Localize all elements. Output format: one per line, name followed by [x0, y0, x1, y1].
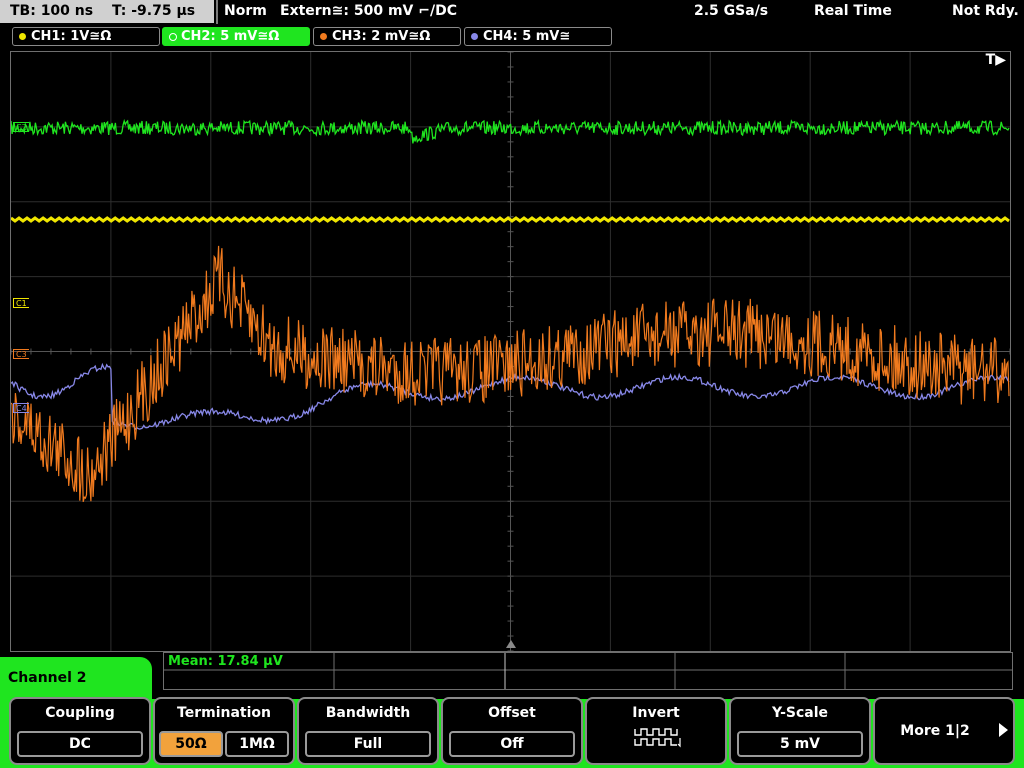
- timebase-box[interactable]: TB: 100 ns T: -9.75 µs: [0, 0, 214, 23]
- trigger-mode[interactable]: Norm: [224, 0, 267, 23]
- channel-color-dot-icon: [320, 33, 327, 40]
- termination-1mohm-option[interactable]: 1MΩ: [225, 731, 289, 757]
- offset-softkey[interactable]: Offset Off: [441, 697, 583, 765]
- softkey-title: Invert: [632, 705, 680, 721]
- y-scale-value[interactable]: 5 mV: [737, 731, 863, 757]
- softkey-title: Bandwidth: [325, 705, 411, 721]
- trigger-position-marker[interactable]: T▶: [986, 52, 1006, 68]
- acquisition-status: Not Rdy.: [952, 3, 1019, 19]
- acquisition-mode[interactable]: Real Time: [814, 0, 892, 23]
- bandwidth-value[interactable]: Full: [305, 731, 431, 757]
- channel-tab-ch2[interactable]: CH2: 5 mV≅Ω: [162, 27, 310, 46]
- time-reference-marker-icon: [506, 640, 516, 648]
- graticule-grid: [11, 52, 1010, 651]
- channel-tab-ch1[interactable]: CH1: 1V≅Ω: [12, 27, 160, 46]
- softkey-title: Coupling: [45, 705, 115, 721]
- offset-value[interactable]: Off: [449, 731, 575, 757]
- coupling-value[interactable]: DC: [17, 731, 143, 757]
- more-label: More 1|2: [900, 723, 970, 739]
- measurement-grid: [164, 653, 1012, 689]
- channel-color-dot-icon: [471, 33, 478, 40]
- ch1-level-marker[interactable]: C1: [13, 298, 29, 308]
- measurement-mean: Mean: 17.84 µV: [168, 654, 283, 669]
- invert-waveform-icon: [634, 728, 681, 748]
- softkey-title: Termination: [177, 705, 271, 721]
- softkey-title: Offset: [488, 705, 536, 721]
- channel-color-dot-icon: [19, 33, 26, 40]
- ch4-level-marker[interactable]: C4: [13, 403, 29, 413]
- trigger-source[interactable]: Extern≅: 500 mV ⌐/DC: [280, 0, 457, 23]
- more-softkey[interactable]: More 1|2: [873, 697, 1015, 765]
- waveform-ch1: [11, 216, 1010, 223]
- channel-label: CH4: 5 mV≅: [483, 29, 571, 44]
- channel-color-dot-icon: [169, 33, 177, 41]
- channel-label: CH1: 1V≅Ω: [31, 29, 112, 44]
- channel-tab-ch4[interactable]: CH4: 5 mV≅: [464, 27, 612, 46]
- waveform-display[interactable]: T▶ C2 C1 C3 C4: [10, 51, 1011, 652]
- ch3-level-marker[interactable]: C3: [13, 349, 29, 359]
- sample-rate[interactable]: 2.5 GSa/s: [694, 0, 768, 23]
- channel-label: CH2: 5 mV≅Ω: [181, 29, 280, 44]
- termination-softkey[interactable]: Termination 50Ω 1MΩ: [153, 697, 295, 765]
- invert-softkey[interactable]: Invert: [585, 697, 727, 765]
- trigger-time-readout: T: -9.75 µs: [111, 3, 196, 19]
- divider: [216, 0, 218, 24]
- bandwidth-softkey[interactable]: Bandwidth Full: [297, 697, 439, 765]
- coupling-softkey[interactable]: Coupling DC: [9, 697, 151, 765]
- channel-label: CH3: 2 mV≅Ω: [332, 29, 431, 44]
- termination-50ohm-option[interactable]: 50Ω: [159, 731, 223, 757]
- graticule-svg: [11, 52, 1010, 651]
- menu-channel-title: Channel 2: [8, 670, 87, 686]
- channel-tab-ch3[interactable]: CH3: 2 mV≅Ω: [313, 27, 461, 46]
- ch2-level-marker[interactable]: C2: [13, 122, 29, 132]
- timebase-readout: TB: 100 ns: [10, 3, 94, 19]
- y-scale-softkey[interactable]: Y-Scale 5 mV: [729, 697, 871, 765]
- arrow-right-icon: [999, 723, 1008, 737]
- softkey-title: Y-Scale: [771, 705, 828, 721]
- measurement-bar: [163, 652, 1013, 690]
